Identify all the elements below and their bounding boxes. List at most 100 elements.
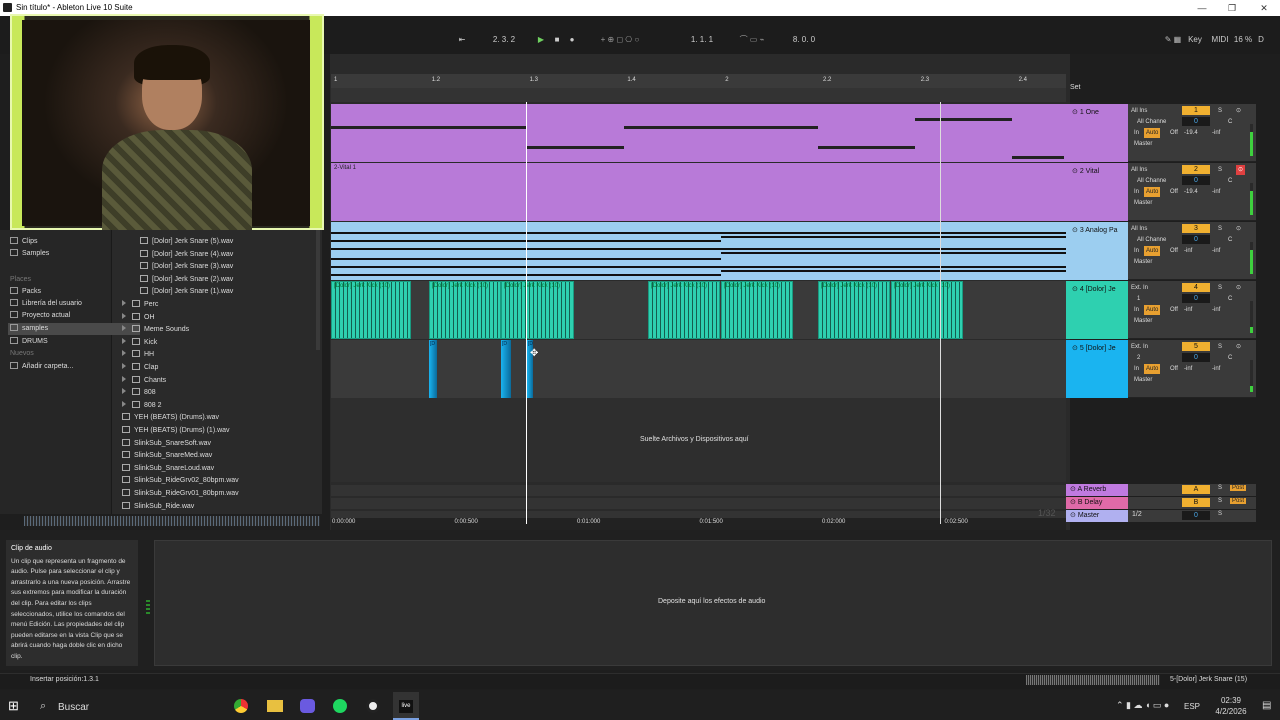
track-fold-icon[interactable]: ⊙ [1072,168,1080,175]
key-map-button[interactable]: Key [1186,34,1204,46]
track-lane[interactable]: 2-Vital 1 [331,163,1066,221]
midi-note[interactable] [331,232,1066,234]
clock-date[interactable]: 4/2/2026 [1206,707,1256,716]
audio-clip[interactable]: [Dolor] Jerk Kick (10) [818,281,890,339]
volume-field[interactable]: 0 [1182,117,1210,126]
monitor-off[interactable]: Off [1170,246,1178,256]
volume-field[interactable]: 0 [1182,294,1210,303]
windows-start-icon[interactable]: ⊞ [8,698,19,714]
maximize-button[interactable]: ❐ [1216,0,1248,16]
pan-field[interactable]: C [1228,353,1232,363]
solo-button[interactable]: S [1218,224,1222,234]
return-activator[interactable]: B [1182,498,1210,507]
pan-field[interactable]: C [1228,176,1232,186]
input-channel[interactable]: All Channe [1137,117,1166,127]
track-fold-icon[interactable]: ⊙ [1072,227,1080,234]
midi-note[interactable] [721,270,1066,272]
solo-button[interactable]: S [1218,165,1222,175]
audio-clip[interactable]: [D [501,340,511,398]
solo-button[interactable]: S [1218,106,1222,116]
midi-map-button[interactable]: MIDI [1210,34,1230,46]
input-type[interactable]: All Ins [1131,165,1147,175]
track-activator[interactable]: 5 [1182,342,1210,351]
browser-file[interactable]: SlinkSub_RideGrv02_80bpm.wav [122,475,239,487]
solo-button[interactable]: S [1218,342,1222,352]
return-track-header[interactable]: ⊙ A Reverb [1066,484,1128,496]
minimize-button[interactable]: — [1186,0,1218,16]
browser-scrollbar[interactable] [316,230,320,350]
file-explorer-icon[interactable] [267,700,283,712]
monitor-off[interactable]: Off [1170,364,1178,374]
track-fold-icon[interactable]: ⊙ [1072,345,1080,352]
track-activator[interactable]: 2 [1182,165,1210,174]
close-button[interactable]: ✕ [1248,0,1280,16]
place-item[interactable]: Clips [10,236,38,248]
return-lane[interactable] [331,484,1066,496]
track-header[interactable]: ⊙ 5 [Dolor] Je [1066,340,1128,398]
browser-file[interactable]: YEH (BEATS) (Drums) (1).wav [122,425,230,437]
monitor-auto[interactable]: Auto [1144,128,1161,138]
output-routing[interactable]: Master [1134,316,1152,326]
audio-clip[interactable]: [D [429,340,437,398]
browser-file[interactable]: [Dolor] Jerk Snare (5).wav [140,236,233,248]
post-button[interactable]: Post [1230,498,1247,504]
place-item[interactable]: Proyecto actual [10,310,70,322]
volume-field[interactable]: 0 [1182,176,1210,185]
notification-icon[interactable]: ▤ [1262,700,1271,711]
monitor-in[interactable]: In [1134,128,1139,138]
arm-button[interactable]: ⊙ [1236,342,1241,352]
track-activator[interactable]: 4 [1182,283,1210,292]
solo-button[interactable]: S [1218,498,1222,504]
input-type[interactable]: All Ins [1131,106,1147,116]
output-routing[interactable]: Master [1134,257,1152,267]
send-value[interactable]: -inf [1184,305,1192,315]
send-value[interactable]: -inf [1184,364,1192,374]
expand-arrow-icon[interactable] [122,350,126,357]
browser-file[interactable]: [Dolor] Jerk Snare (1).wav [140,286,233,298]
solo-button[interactable]: S [1218,511,1222,517]
track-fold-icon[interactable]: ⊙ [1070,499,1078,506]
monitor-auto[interactable]: Auto [1144,305,1161,315]
track-fold-icon[interactable]: ⊙ [1072,109,1080,116]
midi-note[interactable] [721,236,1066,238]
tray-icons[interactable]: ⌃ ▮ ☁ ◖ ▭ ● [1116,700,1169,711]
place-item[interactable]: Librería del usuario [10,298,82,310]
cue-ratio[interactable]: 1/2 [1132,511,1142,518]
audio-clip[interactable]: [Dolor] Jerk Kick (10) [331,281,411,339]
draw-mode-icon[interactable]: ✎ ▦ [1160,34,1186,46]
browser-file[interactable]: SlinkSub_SnareMed.wav [122,450,212,462]
browser-file[interactable]: SlinkSub_Ride.wav [122,501,194,513]
pan-field[interactable]: C [1228,235,1232,245]
track-activator[interactable]: 1 [1182,106,1210,115]
input-type[interactable]: Ext. In [1131,342,1148,352]
expand-arrow-icon[interactable] [122,400,126,407]
audio-clip[interactable]: [Dolor] Jerk Kick (10) [721,281,793,339]
send-value[interactable]: -19.4 [1184,128,1198,138]
monitor-off[interactable]: Off [1170,128,1178,138]
preview-waveform[interactable] [24,516,320,526]
midi-note[interactable] [331,248,1066,250]
midi-note[interactable] [1012,156,1064,159]
audio-clip[interactable]: [Dolor] Jerk Kick (10) [891,281,963,339]
track-lane[interactable]: [D [D [D [331,340,1066,398]
browser-folder[interactable]: Meme Sounds [122,324,189,336]
chrome-icon[interactable] [234,699,248,713]
record-button[interactable]: ● [566,34,578,46]
arm-button[interactable]: ⊙ [1236,106,1241,116]
loop-start[interactable]: 1. 1. 1 [680,34,724,46]
browser-file[interactable]: SlinkSub_RideGrv01_80bpm.wav [122,488,239,500]
spotify-icon[interactable] [333,699,347,713]
follow-icon[interactable]: ⇤ [455,34,469,46]
obs-icon[interactable] [366,699,380,713]
track-header[interactable]: ⊙ 4 [Dolor] Je [1066,281,1128,339]
browser-folder[interactable]: Chants [122,375,166,387]
output-routing[interactable]: Master [1134,375,1152,385]
browser-file[interactable]: SlinkSub_SnareLoud.wav [122,463,214,475]
monitor-in[interactable]: In [1134,305,1139,315]
expand-arrow-icon[interactable] [122,363,126,369]
return-track-header[interactable]: ⊙ B Delay [1066,497,1128,509]
expand-arrow-icon[interactable] [122,325,126,332]
expand-arrow-icon[interactable] [122,337,126,344]
stop-button[interactable]: ■ [551,34,563,46]
input-channel[interactable]: All Channe [1137,176,1166,186]
